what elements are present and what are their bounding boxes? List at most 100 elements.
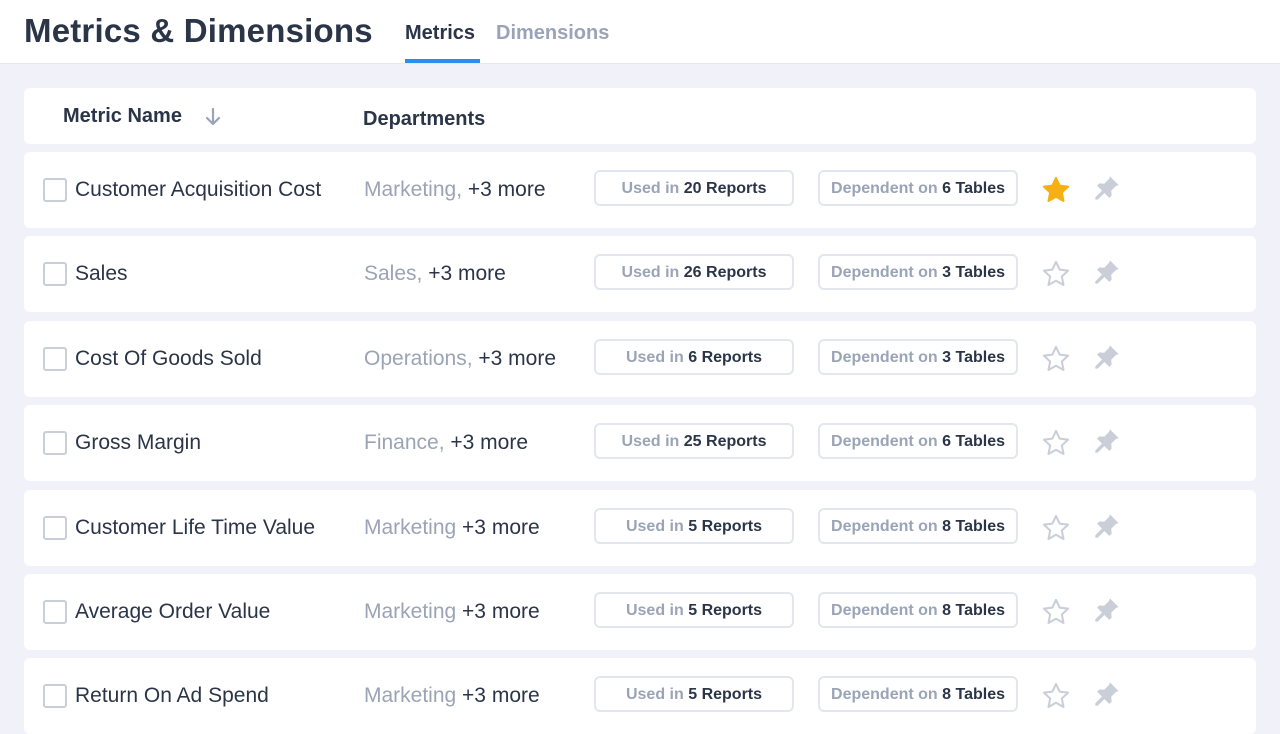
department-more-link[interactable]: +3 more bbox=[468, 178, 546, 201]
pin-icon[interactable] bbox=[1093, 680, 1121, 708]
used-in-label: Used in bbox=[625, 517, 684, 535]
departments-cell: Finance, +3 more bbox=[364, 431, 528, 455]
dependent-on-label: Dependent on bbox=[831, 686, 938, 704]
used-in-label: Used in bbox=[621, 433, 680, 451]
star-outline-icon[interactable] bbox=[1042, 598, 1070, 626]
used-in-reports-badge[interactable]: Used in 5 Reports bbox=[594, 507, 794, 544]
used-in-label: Used in bbox=[621, 180, 680, 197]
dependent-on-label: Dependent on bbox=[831, 517, 938, 535]
row-checkbox[interactable] bbox=[43, 600, 67, 624]
table-row[interactable]: Gross Margin Finance, +3 more Used in 25… bbox=[24, 405, 1256, 482]
department-primary: Marketing bbox=[364, 600, 457, 623]
table-row[interactable]: Return On Ad Spend Marketing +3 more Use… bbox=[24, 658, 1256, 734]
pin-icon[interactable] bbox=[1093, 343, 1121, 371]
reports-count: 5 Reports bbox=[688, 686, 763, 704]
department-more-link[interactable]: +3 more bbox=[462, 684, 540, 707]
pin-icon[interactable] bbox=[1093, 427, 1121, 455]
dependent-on-tables-badge[interactable]: Dependent on 3 Tables bbox=[818, 254, 1018, 291]
reports-count: 25 Reports bbox=[683, 433, 767, 451]
used-in-reports-badge[interactable]: Used in 5 Reports bbox=[594, 676, 794, 713]
star-outline-icon[interactable] bbox=[1042, 260, 1070, 288]
metric-name[interactable]: Gross Margin bbox=[75, 431, 201, 455]
reports-count: 5 Reports bbox=[688, 602, 763, 619]
metric-name[interactable]: Average Order Value bbox=[75, 600, 270, 624]
used-in-label: Used in bbox=[621, 264, 680, 282]
metric-name[interactable]: Cost Of Goods Sold bbox=[75, 347, 262, 371]
tables-count: 8 Tables bbox=[942, 686, 1005, 704]
tab-dimensions[interactable]: Dimensions bbox=[496, 22, 609, 63]
table-row[interactable]: Average Order Value Marketing +3 more Us… bbox=[24, 574, 1256, 650]
dependent-on-label: Dependent on bbox=[831, 264, 938, 282]
row-checkbox[interactable] bbox=[43, 346, 67, 371]
departments-cell: Operations, +3 more bbox=[364, 347, 556, 371]
metric-name[interactable]: Sales bbox=[75, 262, 128, 286]
metric-name[interactable]: Return On Ad Spend bbox=[75, 684, 269, 708]
reports-count: 6 Reports bbox=[688, 348, 763, 366]
pin-icon[interactable] bbox=[1093, 258, 1121, 286]
dependent-on-tables-badge[interactable]: Dependent on 6 Tables bbox=[818, 170, 1018, 206]
tables-count: 3 Tables bbox=[942, 264, 1005, 282]
star-outline-icon[interactable] bbox=[1042, 514, 1070, 542]
department-more-link[interactable]: +3 more bbox=[428, 262, 506, 285]
used-in-reports-badge[interactable]: Used in 6 Reports bbox=[594, 338, 794, 375]
row-checkbox[interactable] bbox=[43, 515, 67, 540]
departments-cell: Sales, +3 more bbox=[364, 262, 506, 286]
row-checkbox[interactable] bbox=[43, 262, 67, 287]
department-more-link[interactable]: +3 more bbox=[478, 347, 556, 370]
table-row[interactable]: Cost Of Goods Sold Operations, +3 more U… bbox=[24, 320, 1256, 397]
reports-count: 5 Reports bbox=[688, 517, 763, 535]
column-header-metric-name[interactable]: Metric Name bbox=[63, 105, 182, 128]
used-in-reports-badge[interactable]: Used in 26 Reports bbox=[594, 254, 794, 291]
tables-count: 6 Tables bbox=[942, 433, 1005, 451]
dependent-on-label: Dependent on bbox=[831, 433, 938, 451]
table-row[interactable]: Sales Sales, +3 more Used in 26 Reports … bbox=[24, 236, 1256, 313]
tables-count: 3 Tables bbox=[942, 348, 1005, 366]
department-primary: Marketing bbox=[364, 684, 457, 708]
metric-name[interactable]: Customer Acquisition Cost bbox=[75, 178, 321, 202]
tab-metrics[interactable]: Metrics bbox=[405, 22, 480, 63]
department-primary: Sales, bbox=[364, 262, 423, 286]
used-in-reports-badge[interactable]: Used in 25 Reports bbox=[594, 423, 794, 460]
department-primary: Marketing, bbox=[364, 178, 463, 201]
column-header-departments: Departments bbox=[363, 108, 486, 130]
department-more-link[interactable]: +3 more bbox=[462, 600, 540, 623]
used-in-reports-badge[interactable]: Used in 20 Reports bbox=[594, 170, 794, 206]
table-header: Metric Name Departments bbox=[24, 88, 1256, 144]
used-in-label: Used in bbox=[625, 348, 684, 366]
table-row[interactable]: Customer Acquisition Cost Marketing, +3 … bbox=[24, 152, 1256, 228]
star-outline-icon[interactable] bbox=[1042, 429, 1070, 457]
table-row[interactable]: Customer Life Time Value Marketing +3 mo… bbox=[24, 489, 1256, 566]
dependent-on-tables-badge[interactable]: Dependent on 6 Tables bbox=[818, 423, 1018, 460]
used-in-reports-badge[interactable]: Used in 5 Reports bbox=[594, 592, 794, 628]
departments-cell: Marketing +3 more bbox=[364, 684, 540, 708]
dependent-on-tables-badge[interactable]: Dependent on 3 Tables bbox=[818, 338, 1018, 375]
pin-icon[interactable] bbox=[1093, 174, 1121, 202]
department-primary: Marketing bbox=[364, 515, 457, 539]
department-primary: Operations, bbox=[364, 346, 473, 370]
pin-icon[interactable] bbox=[1093, 512, 1121, 540]
departments-cell: Marketing +3 more bbox=[364, 516, 540, 540]
star-outline-icon[interactable] bbox=[1042, 345, 1070, 373]
tables-count: 6 Tables bbox=[942, 180, 1005, 197]
dependent-on-label: Dependent on bbox=[831, 348, 938, 366]
star-filled-icon[interactable] bbox=[1042, 176, 1070, 204]
tables-count: 8 Tables bbox=[942, 602, 1005, 619]
used-in-label: Used in bbox=[625, 686, 684, 704]
dependent-on-tables-badge[interactable]: Dependent on 8 Tables bbox=[818, 676, 1018, 713]
sort-arrow-down-icon[interactable] bbox=[205, 108, 221, 126]
dependent-on-tables-badge[interactable]: Dependent on 8 Tables bbox=[818, 592, 1018, 628]
departments-cell: Marketing, +3 more bbox=[364, 178, 546, 202]
pin-icon[interactable] bbox=[1093, 596, 1121, 624]
dependent-on-tables-badge[interactable]: Dependent on 8 Tables bbox=[818, 507, 1018, 544]
dependent-on-label: Dependent on bbox=[831, 602, 938, 619]
row-checkbox[interactable] bbox=[43, 431, 67, 456]
row-checkbox[interactable] bbox=[43, 684, 67, 709]
metric-name[interactable]: Customer Life Time Value bbox=[75, 516, 315, 540]
department-more-link[interactable]: +3 more bbox=[450, 431, 528, 454]
department-primary: Finance, bbox=[364, 431, 445, 455]
department-more-link[interactable]: +3 more bbox=[462, 516, 540, 539]
dependent-on-label: Dependent on bbox=[831, 180, 938, 197]
tables-count: 8 Tables bbox=[942, 517, 1005, 535]
star-outline-icon[interactable] bbox=[1042, 682, 1070, 710]
row-checkbox[interactable] bbox=[43, 178, 67, 202]
